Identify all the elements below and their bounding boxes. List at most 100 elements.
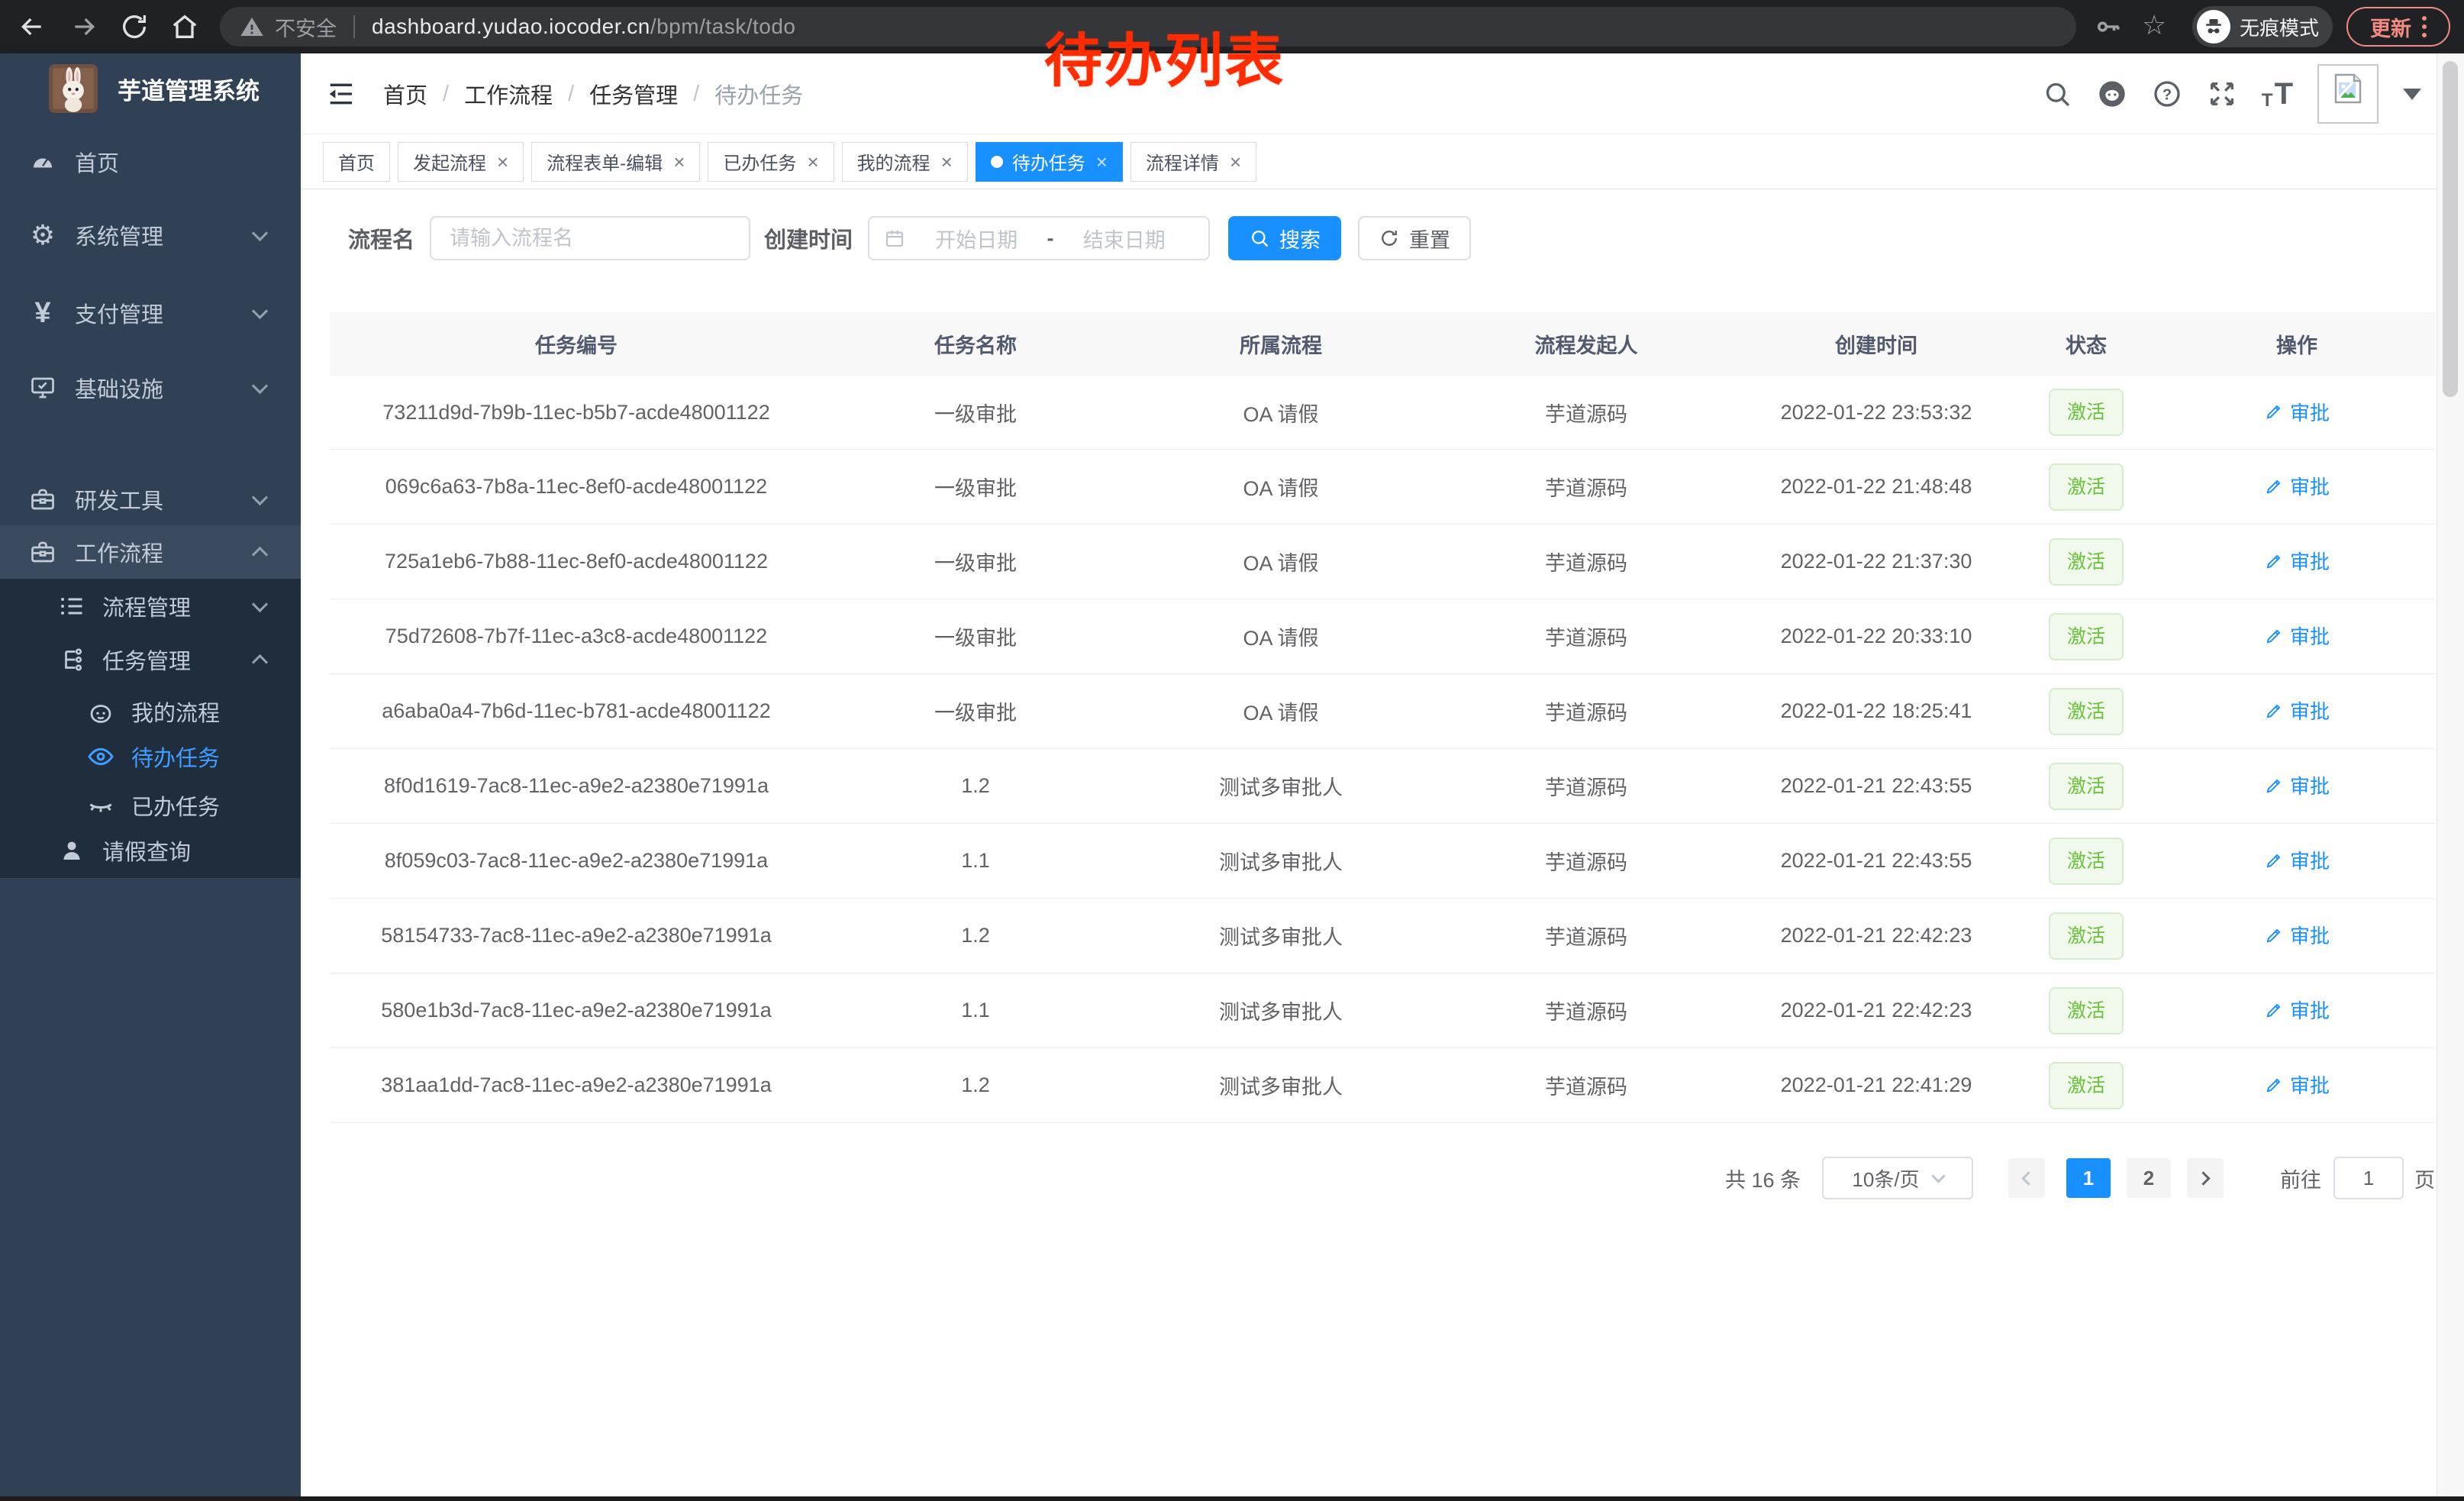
reset-button[interactable]: 重置 xyxy=(1358,216,1471,260)
password-key-icon[interactable] xyxy=(2095,13,2122,40)
approve-link[interactable]: 审批 xyxy=(2264,621,2330,650)
bookmark-star-icon[interactable]: ☆ xyxy=(2142,9,2166,41)
table-row: a6aba0a4-7b6d-11ec-b781-acde48001122 一级审… xyxy=(330,674,2435,749)
chevron-left-icon xyxy=(2021,1171,2035,1185)
gear-icon: ⚙ xyxy=(27,220,58,250)
table-row: 381aa1dd-7ac8-11ec-a9e2-a2380e71991a 1.2… xyxy=(330,1048,2435,1123)
sidebar-item-infra[interactable]: 基础设施 xyxy=(0,351,301,424)
action-cell: 审批 xyxy=(2159,547,2435,576)
table-row: 069c6a63-7b8a-11ec-8ef0-acde48001122 一级审… xyxy=(330,450,2435,525)
starter-cell: 芋道源码 xyxy=(1434,398,1739,428)
approve-link[interactable]: 审批 xyxy=(2264,472,2330,500)
tab[interactable]: 首页 × xyxy=(323,142,390,182)
sidebar-item-process-mgmt[interactable]: 流程管理 xyxy=(0,582,301,631)
task-id-cell: 73211d9d-7b9b-11ec-b5b7-acde48001122 xyxy=(330,401,823,424)
process-cell: 测试多审批人 xyxy=(1128,1070,1434,1100)
search-button[interactable]: 搜索 xyxy=(1228,216,1341,260)
prev-page-button[interactable] xyxy=(2008,1158,2045,1198)
annotation-overlay: 待办列表 xyxy=(1044,14,1285,98)
col-create-time: 创建时间 xyxy=(1739,329,2014,359)
avatar-dropdown-caret[interactable] xyxy=(2403,89,2421,100)
next-page-button[interactable] xyxy=(2187,1158,2224,1198)
status-cell: 激活 xyxy=(2014,688,2159,735)
sidebar-item-home[interactable]: 首页 xyxy=(0,125,301,199)
approve-link[interactable]: 审批 xyxy=(2264,1070,2330,1099)
task-name-cell: 1.1 xyxy=(823,849,1128,873)
forward-icon[interactable] xyxy=(69,11,99,42)
status-badge: 激活 xyxy=(2049,463,2124,511)
approve-link[interactable]: 审批 xyxy=(2264,398,2330,426)
end-date-placeholder[interactable]: 结束日期 xyxy=(1054,224,1195,253)
status-badge: 激活 xyxy=(2049,763,2124,810)
help-icon[interactable]: ? xyxy=(2152,79,2182,109)
sidebar-collapse-icon[interactable] xyxy=(325,79,356,109)
home-icon[interactable] xyxy=(169,11,200,42)
sidebar-item-leave-query[interactable]: 请假查询 xyxy=(0,826,301,875)
update-button[interactable]: 更新 xyxy=(2346,7,2450,47)
approve-link[interactable]: 审批 xyxy=(2264,996,2330,1024)
sidebar-item-system[interactable]: ⚙ 系统管理 xyxy=(0,199,301,272)
font-size-icon[interactable]: TT xyxy=(2262,77,2293,111)
sidebar-item-todo-tasks[interactable]: 待办任务 xyxy=(0,733,301,780)
starter-cell: 芋道源码 xyxy=(1434,921,1739,951)
sidebar-item-payment[interactable]: ¥ 支付管理 xyxy=(0,276,301,350)
window-scrollbar[interactable] xyxy=(2437,53,2464,1496)
starter-cell: 芋道源码 xyxy=(1434,996,1739,1025)
breadcrumb-task-mgmt[interactable]: 任务管理 xyxy=(589,78,678,110)
date-range-picker[interactable]: 开始日期 - 结束日期 xyxy=(868,216,1210,260)
approve-link[interactable]: 审批 xyxy=(2264,696,2330,725)
approve-link[interactable]: 审批 xyxy=(2264,921,2330,949)
close-icon[interactable]: × xyxy=(1096,152,1108,172)
task-id-cell: 725a1eb6-7b88-11ec-8ef0-acde48001122 xyxy=(330,550,823,573)
goto-page-input[interactable] xyxy=(2333,1157,2404,1199)
back-icon[interactable] xyxy=(17,11,47,42)
close-icon[interactable]: × xyxy=(497,152,508,172)
approve-link[interactable]: 审批 xyxy=(2264,547,2330,575)
process-cell: OA 请假 xyxy=(1128,547,1434,576)
sidebar-item-done-tasks[interactable]: 已办任务 xyxy=(0,782,301,829)
breadcrumb-home[interactable]: 首页 xyxy=(383,78,427,110)
avatar[interactable] xyxy=(2317,64,2379,124)
tab[interactable]: 待办任务 × xyxy=(976,142,1123,182)
tab[interactable]: 流程详情 × xyxy=(1130,142,1256,182)
close-icon[interactable]: × xyxy=(673,152,685,172)
status-badge: 激活 xyxy=(2049,912,2124,960)
page-button-1[interactable]: 1 xyxy=(2066,1158,2111,1198)
edit-icon xyxy=(2264,1075,2284,1095)
url-text: dashboard.yudao.iocoder.cn/bpm/task/todo xyxy=(372,15,795,39)
window-bottom-edge xyxy=(0,1496,2464,1501)
menu-dots-icon[interactable] xyxy=(2422,16,2427,37)
approve-link[interactable]: 审批 xyxy=(2264,846,2330,874)
table-row: 8f0d1619-7ac8-11ec-a9e2-a2380e71991a 1.2… xyxy=(330,749,2435,824)
scrollbar-thumb[interactable] xyxy=(2443,61,2458,397)
table-row: 73211d9d-7b9b-11ec-b5b7-acde48001122 一级审… xyxy=(330,375,2435,450)
main-panel: 首页 / 工作流程 / 任务管理 / 待办任务 ? xyxy=(301,53,2437,1496)
tab[interactable]: 流程表单-编辑 × xyxy=(531,142,700,182)
sidebar-item-task-mgmt[interactable]: 任务管理 xyxy=(0,635,301,684)
close-icon[interactable]: × xyxy=(1230,152,1241,172)
github-icon[interactable] xyxy=(2097,79,2127,109)
page-size-select[interactable]: 10条/页 xyxy=(1822,1157,1973,1199)
app-logo[interactable]: 芋道管理系统 xyxy=(49,64,260,113)
close-icon[interactable]: × xyxy=(807,152,818,172)
fullscreen-icon[interactable] xyxy=(2207,79,2237,109)
yen-icon: ¥ xyxy=(27,298,58,328)
approve-link[interactable]: 审批 xyxy=(2264,771,2330,799)
page-button-2[interactable]: 2 xyxy=(2127,1158,2171,1198)
chevron-down-icon xyxy=(252,596,268,612)
close-icon[interactable]: × xyxy=(941,152,953,172)
breadcrumb-workflow[interactable]: 工作流程 xyxy=(464,78,553,110)
reload-icon[interactable] xyxy=(119,11,150,42)
logo-avatar xyxy=(49,64,98,113)
tab[interactable]: 发起流程 × xyxy=(398,142,524,182)
pagination: 共 16 条 10条/页 1 2 前往 页 xyxy=(330,1157,2435,1199)
sidebar-item-my-process[interactable]: 我的流程 xyxy=(0,688,301,735)
search-icon[interactable] xyxy=(2042,79,2072,109)
tab[interactable]: 已办任务 × xyxy=(708,142,834,182)
sidebar-item-workflow[interactable]: 工作流程 xyxy=(0,525,301,579)
process-name-input[interactable] xyxy=(430,216,750,260)
tab[interactable]: 我的流程 × xyxy=(842,142,968,182)
col-actions: 操作 xyxy=(2159,329,2435,359)
sidebar-item-devtools[interactable]: 研发工具 xyxy=(0,473,301,525)
start-date-placeholder[interactable]: 开始日期 xyxy=(906,224,1047,253)
